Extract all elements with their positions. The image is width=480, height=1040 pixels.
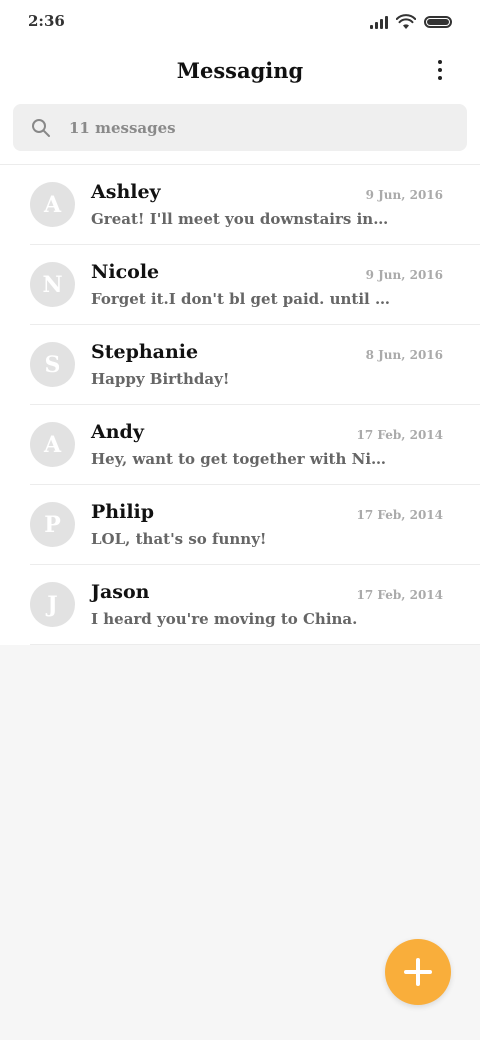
contact-name: Ashley	[91, 181, 161, 203]
contact-name: Stephanie	[91, 341, 199, 363]
message-preview: LOL, that's so funny!	[91, 530, 267, 548]
avatar: S	[30, 342, 75, 387]
message-date: 17 Feb, 2014	[356, 588, 443, 602]
status-time: 2:36	[28, 12, 65, 30]
wifi-icon	[396, 14, 416, 29]
more-options-button[interactable]	[426, 56, 454, 84]
new-message-button[interactable]	[385, 939, 451, 1005]
signal-icon	[370, 15, 388, 29]
message-item-philip[interactable]: P Philip 17 Feb, 2014 LOL, that's so fun…	[0, 485, 480, 565]
contact-name: Andy	[91, 421, 144, 443]
page-title: Messaging	[176, 58, 304, 83]
message-item-jason[interactable]: J Jason 17 Feb, 2014 I heard you're movi…	[0, 565, 480, 645]
message-item-andy[interactable]: A Andy 17 Feb, 2014 Hey, want to get tog…	[0, 405, 480, 485]
search-icon	[32, 119, 50, 137]
message-date: 9 Jun, 2016	[365, 188, 443, 202]
message-preview: Great! I'll meet you downstairs in ten m…	[91, 210, 391, 228]
search-input[interactable]	[65, 104, 445, 151]
message-preview: Forget it.I don't bl get paid. until nex…	[91, 290, 391, 308]
messaging-screen: 2:36 Messaging 11 messages A Ashley 9 Ju…	[0, 0, 480, 1040]
contact-name: Philip	[91, 501, 155, 523]
app-header: Messaging	[0, 50, 480, 92]
avatar: J	[30, 582, 75, 627]
avatar: A	[30, 182, 75, 227]
content-area: 2:36 Messaging 11 messages A Ashley 9 Ju…	[0, 0, 480, 645]
contact-name: Jason	[91, 581, 150, 603]
status-bar: 2:36	[0, 0, 480, 44]
message-item-nicole[interactable]: N Nicole 9 Jun, 2016 Forget it.I don't b…	[0, 245, 480, 325]
avatar: P	[30, 502, 75, 547]
message-date: 17 Feb, 2014	[356, 508, 443, 522]
message-list: A Ashley 9 Jun, 2016 Great! I'll meet yo…	[0, 165, 480, 645]
message-preview: Hey, want to get together with Nicole on…	[91, 450, 391, 468]
message-date: 17 Feb, 2014	[356, 428, 443, 442]
status-icons	[370, 12, 452, 32]
battery-icon	[424, 16, 452, 28]
message-item-stephanie[interactable]: S Stephanie 8 Jun, 2016 Happy Birthday!	[0, 325, 480, 405]
message-date: 9 Jun, 2016	[365, 268, 443, 282]
avatar: A	[30, 422, 75, 467]
more-vertical-icon	[438, 60, 442, 64]
contact-name: Nicole	[91, 261, 160, 283]
search-bar[interactable]	[13, 104, 467, 151]
avatar: N	[30, 262, 75, 307]
message-item-ashley[interactable]: A Ashley 9 Jun, 2016 Great! I'll meet yo…	[0, 165, 480, 245]
message-preview: Happy Birthday!	[91, 370, 230, 388]
message-preview: I heard you're moving to China.	[91, 610, 358, 628]
message-date: 8 Jun, 2016	[365, 348, 443, 362]
